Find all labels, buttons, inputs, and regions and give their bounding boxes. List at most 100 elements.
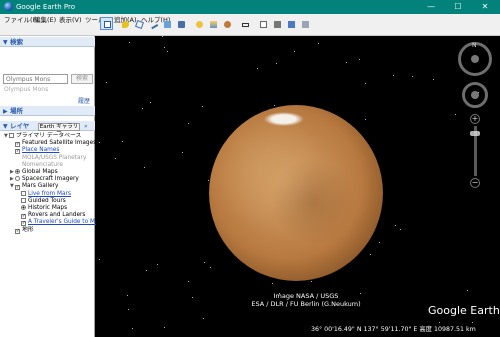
zoom-in-button[interactable]: + (470, 114, 480, 124)
search-input[interactable] (3, 74, 68, 84)
star (201, 105, 203, 107)
layer-item[interactable]: ✓ Place Names (10, 147, 59, 155)
star (131, 328, 133, 330)
layer-label: Featured Satellite Images (22, 140, 97, 147)
layer-item[interactable]: ▼ ✓ Mars Gallery (10, 183, 58, 191)
search-section-header[interactable]: ▼ 検索 (0, 37, 95, 47)
star (163, 47, 165, 48)
google-earth-app-icon (4, 2, 13, 11)
collapse-arrow-icon: ▼ (3, 39, 8, 46)
title-bar: Google Earth Pro — ☐ ✕ (0, 0, 500, 14)
search-button[interactable]: 検索 (71, 74, 93, 84)
search-section-label: 検索 (10, 38, 23, 46)
google-earth-logo: Google Earth (428, 304, 500, 317)
star (471, 322, 473, 324)
polygon-button[interactable] (132, 17, 145, 30)
star (317, 43, 319, 45)
placemark-button[interactable] (118, 17, 131, 30)
globe-viewport[interactable]: N + − Image NASA / USGS ESA / DLR / FU B… (96, 36, 500, 337)
star (150, 102, 152, 103)
history-link[interactable]: 履歴 (78, 96, 90, 105)
places-section-header[interactable]: ▶ 場所 (0, 106, 95, 116)
layer-checkbox[interactable] (21, 197, 26, 203)
layer-item[interactable]: MOLA/USGS Planetary (10, 155, 86, 162)
layer-radio[interactable] (15, 176, 20, 182)
star (115, 157, 117, 159)
minimize-button[interactable]: — (420, 0, 442, 14)
layer-label: プライマリ データベース (16, 133, 82, 139)
layer-checkbox[interactable] (9, 133, 14, 138)
record-tour-button[interactable] (174, 17, 187, 30)
status-coordinates: 36° 00'16.49" N 137° 59'11.70" E 高度 1098… (311, 326, 476, 333)
layer-label: MOLA/USGS Planetary (22, 154, 87, 161)
layer-label: 地形 (22, 226, 34, 233)
star (433, 79, 435, 80)
star (127, 295, 129, 297)
view-in-maps-button[interactable] (298, 17, 311, 30)
layer-item[interactable]: ✓ A Traveler's Guide to Mars (16, 219, 104, 227)
layer-label: Rovers and Landers (28, 212, 86, 219)
star (146, 270, 147, 271)
eye-icon (471, 55, 479, 63)
layer-item[interactable]: ▶ Global Maps (10, 169, 58, 176)
zoom-slider-handle[interactable] (470, 131, 480, 137)
star (164, 326, 166, 328)
ruler-button[interactable] (238, 17, 251, 30)
email-button[interactable] (256, 17, 269, 30)
hand-icon (471, 91, 479, 99)
star (364, 118, 366, 120)
layer-item[interactable]: Guided Tours (16, 197, 66, 205)
layer-item[interactable]: Nomenclature (10, 162, 63, 169)
layer-label: Spacecraft Imagery (22, 176, 79, 183)
print-button[interactable] (270, 17, 283, 30)
layer-label: Historic Maps (28, 205, 68, 211)
layer-checkbox[interactable]: ✓ (15, 228, 20, 234)
star (439, 321, 441, 323)
save-image-button[interactable] (284, 17, 297, 30)
expand-arrow-icon: ▶ (3, 108, 8, 115)
sidebar-panel: ▼ 検索 検索 Olympus Mons 履歴 ▶ 場所 ▼ レイヤ Earth… (0, 36, 104, 337)
star (345, 61, 347, 63)
zoom-out-button[interactable]: − (470, 178, 480, 188)
mars-globe[interactable] (209, 105, 383, 281)
earth-gallery-button[interactable]: Earth ギャラリー (38, 123, 80, 136)
star (257, 68, 259, 70)
star (393, 74, 395, 76)
sunlight-button[interactable] (206, 17, 219, 30)
layer-radio[interactable] (15, 169, 20, 174)
north-indicator[interactable]: N (472, 42, 477, 49)
layer-item[interactable]: Historic Maps (16, 205, 67, 212)
star (144, 167, 146, 168)
star (310, 281, 312, 283)
historical-imagery-button[interactable] (192, 17, 205, 30)
move-navigation-ring[interactable] (462, 82, 488, 108)
imagery-attribution: Image NASA / USGS ESA / DLR / FU Berlin … (236, 292, 376, 308)
star (166, 50, 168, 52)
layer-checkbox[interactable] (21, 190, 26, 196)
star (187, 281, 189, 282)
star (274, 104, 276, 106)
layer-item[interactable]: ✓ Rovers and Landers (16, 212, 86, 220)
layer-radio[interactable] (21, 205, 26, 210)
path-button[interactable] (146, 17, 159, 30)
menu-edit[interactable]: 編集(E) (34, 16, 56, 25)
layer-item[interactable]: ✓ 地形 (10, 227, 34, 234)
star (128, 42, 130, 44)
close-button[interactable]: ✕ (474, 0, 496, 14)
sidebar-toggle-button[interactable] (100, 17, 113, 30)
attribution-line-1: Image NASA / USGS (273, 292, 339, 300)
gallery-more-icon[interactable]: » (84, 123, 88, 130)
look-navigation-ring[interactable]: N (458, 42, 492, 76)
layer-item[interactable]: ▼ プライマリ データベース (4, 133, 81, 140)
layer-item[interactable]: ▶ Spacecraft Imagery (10, 176, 79, 183)
planets-button[interactable] (220, 17, 233, 30)
layer-item[interactable]: ✓ Featured Satellite Images (10, 140, 97, 148)
star (370, 253, 372, 255)
maximize-button[interactable]: ☐ (447, 0, 469, 14)
star (293, 51, 295, 53)
layer-label: A Traveler's Guide to Mars (28, 219, 104, 226)
layer-item[interactable]: Live from Mars (16, 190, 71, 198)
menu-view[interactable]: 表示(V) (59, 16, 82, 25)
image-overlay-button[interactable] (160, 17, 173, 30)
star (466, 289, 468, 291)
